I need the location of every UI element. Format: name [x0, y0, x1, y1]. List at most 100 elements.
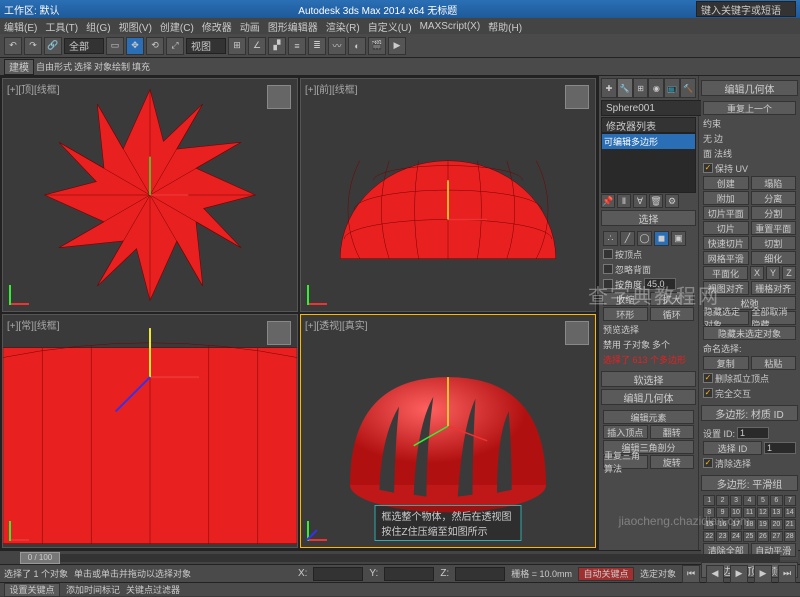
btn-ring[interactable]: 环形	[603, 307, 648, 321]
btn-insert-vert[interactable]: 插入顶点	[603, 425, 648, 439]
menu-modifiers[interactable]: 修改器	[202, 19, 232, 34]
viewport-top[interactable]: [+][顶][线框]	[2, 78, 298, 312]
play-next[interactable]: ▶	[754, 565, 772, 583]
chk-del-iso[interactable]	[703, 373, 713, 383]
btn-paste[interactable]: 粘贴	[751, 356, 797, 370]
roll-smooth[interactable]: 多边形: 平滑组	[701, 475, 798, 491]
so-border[interactable]: ◯	[637, 231, 652, 246]
btn-shrink[interactable]: 收缩	[603, 292, 648, 306]
angle-spinner[interactable]: 45.0	[644, 278, 676, 290]
play-button[interactable]: ▶	[730, 565, 748, 583]
btn-sel-id[interactable]: 选择 ID	[703, 441, 762, 455]
btn-repeat[interactable]: 重复上一个	[703, 101, 796, 115]
tab-util[interactable]: 🔨	[680, 78, 696, 98]
btn-tess[interactable]: 细化	[751, 251, 797, 265]
menu-tools[interactable]: 工具(T)	[45, 19, 78, 34]
chk-clear-sel[interactable]	[703, 458, 713, 468]
so-poly[interactable]: ◼	[654, 231, 669, 246]
ref-coord[interactable]: 视图	[186, 38, 226, 54]
chk-by-angle[interactable]	[603, 279, 613, 289]
time-slider[interactable]: 0 / 100	[0, 550, 800, 564]
ribbon-paint[interactable]: 对象绘制	[94, 60, 130, 73]
coord-z[interactable]	[455, 567, 505, 581]
render-button[interactable]: ▶	[388, 37, 406, 55]
btn-reset-plane[interactable]: 重置平面	[751, 221, 797, 235]
btn-planar[interactable]: 平面化	[703, 266, 748, 280]
scale-button[interactable]: ⤢	[166, 37, 184, 55]
coord-y[interactable]	[384, 567, 434, 581]
chk-by-vertex[interactable]	[603, 249, 613, 259]
unique[interactable]: ∀	[633, 194, 647, 208]
tab-display[interactable]: 📺	[664, 78, 680, 98]
vp-label-front[interactable]: [+][前][线框]	[305, 81, 358, 96]
select-button[interactable]: ▭	[106, 37, 124, 55]
mirror-button[interactable]: ▞	[268, 37, 286, 55]
viewport-front[interactable]: [+][前][线框]	[300, 78, 596, 312]
menu-render[interactable]: 渲染(R)	[326, 19, 360, 34]
btn-create[interactable]: 创建	[703, 176, 749, 190]
btn-attach[interactable]: 附加	[703, 191, 749, 205]
play-start[interactable]: ⏮	[682, 565, 700, 583]
menu-group[interactable]: 组(G)	[86, 19, 110, 34]
filter-select[interactable]: 全部	[64, 38, 104, 54]
modifier-stack[interactable]: 可编辑多边形	[601, 133, 696, 193]
btn-turn[interactable]: 旋转	[650, 455, 695, 469]
viewcube-persp[interactable]	[565, 321, 589, 345]
btn-hide-unsel[interactable]: 隐藏未选定对象	[703, 326, 796, 340]
btn-edit-elem[interactable]: 编辑元素	[603, 410, 694, 424]
vp-label-persp[interactable]: [+][透视][真实]	[305, 317, 368, 332]
menu-cust[interactable]: 自定义(U)	[368, 19, 412, 34]
rotate-button[interactable]: ⟲	[146, 37, 164, 55]
viewport-left[interactable]: [+][常][线框]	[2, 314, 298, 548]
tab-create[interactable]: ✚	[601, 78, 617, 98]
roll-mat[interactable]: 多边形: 材质 ID	[701, 405, 798, 421]
sg[interactable]: 1	[703, 495, 715, 506]
chk-ignore-back[interactable]	[603, 264, 613, 274]
viewcube-front[interactable]	[565, 85, 589, 109]
snap-button[interactable]: ⊞	[228, 37, 246, 55]
so-edge[interactable]: ╱	[620, 231, 635, 246]
tab-hier[interactable]: ⊞	[633, 78, 649, 98]
btn-loop[interactable]: 循环	[650, 307, 695, 321]
play-end[interactable]: ⏭	[778, 565, 796, 583]
so-vertex[interactable]: ∴	[603, 231, 618, 246]
redo-button[interactable]: ↷	[24, 37, 42, 55]
search-box[interactable]: 键入关键字或短语	[696, 1, 796, 17]
menu-graph[interactable]: 图形编辑器	[268, 19, 318, 34]
menu-view[interactable]: 视图(V)	[119, 19, 152, 34]
play-prev[interactable]: ◀	[706, 565, 724, 583]
vp-label-left[interactable]: [+][常][线框]	[7, 317, 60, 332]
btn-detach[interactable]: 分离	[751, 191, 797, 205]
roll-selection[interactable]: 选择	[601, 210, 696, 226]
btn-hide-sel[interactable]: 隐藏选定对象	[703, 311, 749, 325]
btn-collapse[interactable]: 塌陷	[751, 176, 797, 190]
menu-edit[interactable]: 编辑(E)	[4, 19, 37, 34]
mat-id[interactable]: 1	[737, 427, 769, 439]
btn-unhide[interactable]: 全部取消隐藏	[751, 311, 797, 325]
roll-soft[interactable]: 软选择	[601, 371, 696, 387]
btn-slice[interactable]: 切片	[703, 221, 749, 235]
material-ed[interactable]: ◐	[348, 37, 366, 55]
angle-snap[interactable]: ∠	[248, 37, 266, 55]
autokey-button[interactable]: 自动关键点	[578, 567, 634, 581]
menu-help[interactable]: 帮助(H)	[488, 19, 522, 34]
modifier-list[interactable]: 修改器列表	[601, 117, 696, 133]
show-end[interactable]: Ⅱ	[617, 194, 631, 208]
roll-editgeo[interactable]: 编辑几何体	[601, 389, 696, 405]
ribbon-fill[interactable]: 填充	[132, 60, 150, 73]
align-button[interactable]: ≡	[288, 37, 306, 55]
chk-full-inter[interactable]	[703, 388, 713, 398]
viewcube-left[interactable]	[267, 321, 291, 345]
menu-anim[interactable]: 动画	[240, 19, 260, 34]
workspace-label[interactable]: 工作区: 默认	[4, 2, 60, 17]
render-setup[interactable]: 🎬	[368, 37, 386, 55]
btn-flip[interactable]: 翻转	[650, 425, 695, 439]
btn-retri[interactable]: 重复三角算法	[603, 455, 648, 469]
config[interactable]: ⚙	[665, 194, 679, 208]
btn-x[interactable]: X	[750, 266, 764, 280]
tab-motion[interactable]: ◉	[648, 78, 664, 98]
btn-slice-plane[interactable]: 切片平面	[703, 206, 749, 220]
undo-button[interactable]: ↶	[4, 37, 22, 55]
move-button[interactable]: ✥	[126, 37, 144, 55]
ribbon-model[interactable]: 建模	[4, 59, 34, 75]
